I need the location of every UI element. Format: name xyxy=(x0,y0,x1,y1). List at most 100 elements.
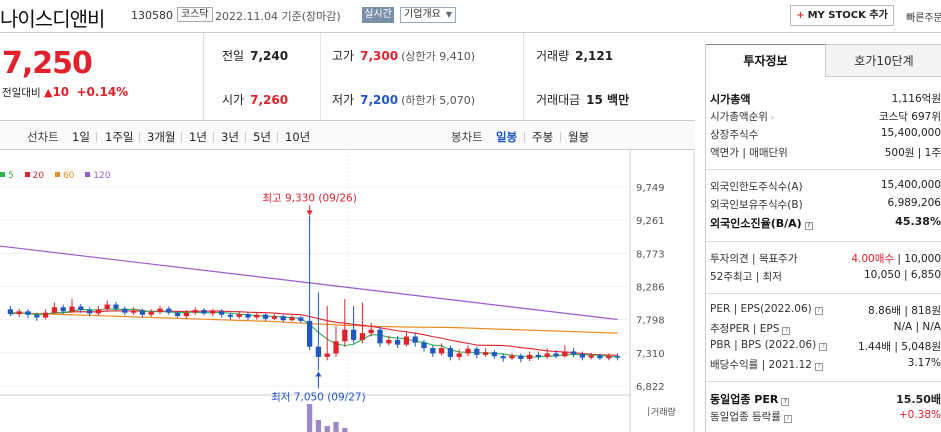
help-icon[interactable]: ? xyxy=(804,222,813,230)
y-tick-label: 9,261 xyxy=(636,216,665,227)
quick-order-link[interactable]: 빠른주문 xyxy=(906,9,941,24)
as-of-date: 2022.11.04 기준(장마감) xyxy=(215,10,341,23)
current-price: 7,250 xyxy=(2,46,93,81)
quote-prev-value: 7,240 xyxy=(250,49,289,63)
y-tick-label: 8,286 xyxy=(636,282,665,293)
info-row-label: 시가총액순위 › xyxy=(710,111,775,123)
help-icon[interactable]: ? xyxy=(782,327,791,335)
period-3m[interactable]: 3개월 xyxy=(147,129,175,145)
info-row-label: 배당수익률 | 2021.12? xyxy=(710,357,823,372)
add-mystock-label: MY STOCK 추가 xyxy=(807,10,888,21)
tab-orderbook-10[interactable]: 호가10단계 xyxy=(826,44,941,77)
chevron-right-icon[interactable]: › xyxy=(771,113,774,122)
realtime-button[interactable]: 실시간 xyxy=(362,7,394,23)
info-row: 동일업종 PER? 15.50배 xyxy=(710,391,941,409)
quote-amount: 거래대금 15 백만 xyxy=(536,91,629,108)
candle-body xyxy=(588,355,594,358)
period-1y[interactable]: 1년 xyxy=(189,129,207,145)
candle-body xyxy=(606,356,612,359)
help-icon[interactable]: ? xyxy=(781,398,790,406)
info-row-label: 상장주식수 xyxy=(710,129,759,141)
help-icon[interactable]: ? xyxy=(783,415,792,423)
candle-body xyxy=(474,348,480,355)
price-chart: 5 20 60 120 9,749 9,261 8,773 8,286 7,798 7,3… xyxy=(0,151,695,432)
annotation-low-arrowhead xyxy=(315,371,322,377)
info-row: 외국인한도주식수(A) 15,400,000 xyxy=(710,179,941,197)
divider xyxy=(706,381,941,382)
quote-amount-label: 거래대금 xyxy=(536,93,581,107)
quote-volume: 거래량 2,121 xyxy=(536,47,613,64)
volume-bar xyxy=(333,422,339,432)
candle-body xyxy=(491,352,498,357)
quote-amount-value: 15 백만 xyxy=(586,93,630,107)
help-icon[interactable]: ? xyxy=(814,307,823,315)
candle-body xyxy=(315,346,322,357)
candle-body xyxy=(289,317,295,321)
divider xyxy=(277,132,278,142)
candle-body xyxy=(509,355,515,359)
candle-body xyxy=(333,341,339,354)
info-row: 추정PER | EPS? N/A | N/A xyxy=(710,321,941,339)
period-10y[interactable]: 10년 xyxy=(285,129,310,145)
help-icon[interactable]: ? xyxy=(814,363,823,371)
candle-daily[interactable]: 일봉 xyxy=(496,129,517,145)
candle-body xyxy=(113,304,119,309)
candle-body xyxy=(394,339,401,345)
info-row-value: 3.17% xyxy=(907,357,941,369)
candle-body xyxy=(86,309,93,314)
info-row-label: 액면가 | 매매단위 xyxy=(710,147,788,159)
price-summary: 7,250 전일대비 ▲10 +0.14% xyxy=(0,33,204,120)
quote-high: 고가 7,300 (상한가 9,410) xyxy=(332,47,475,64)
candle-monthly[interactable]: 월봉 xyxy=(568,129,589,145)
candle-body xyxy=(271,316,278,319)
y-tick-label: 6,822 xyxy=(636,382,665,393)
candle-body xyxy=(386,339,392,344)
period-3y[interactable]: 3년 xyxy=(221,129,239,145)
candle-weekly[interactable]: 주봉 xyxy=(532,129,553,145)
quote-grid: 전일 7,240 고가 7,300 (상한가 9,410) 거래량 2,121 시가 7,… xyxy=(205,33,695,120)
legend-ma60: 60 xyxy=(54,171,74,181)
candle-body xyxy=(51,307,58,313)
chart-toolbar: 선차트 1일 1주일 3개월 1년 3년 5년 10년 봉차트 일봉 주봉 월봉 xyxy=(0,120,695,150)
candle-body xyxy=(526,354,533,359)
candle-body xyxy=(579,354,586,358)
period-5y[interactable]: 5년 xyxy=(253,129,271,145)
volume-bar xyxy=(306,404,313,432)
company-overview-dropdown[interactable]: 기업개요 ▼ xyxy=(400,7,456,23)
candle-body xyxy=(614,356,621,358)
info-row: 외국인보유주식수(B) 6,989,206 xyxy=(710,197,941,215)
candle-chart-label[interactable]: 봉차트 xyxy=(451,129,483,145)
candle-body xyxy=(122,308,128,313)
candle-body xyxy=(42,312,49,318)
info-row: PER | EPS(2022.06)? 8.86배 | 818원 xyxy=(710,303,941,321)
y-tick-label: 8,773 xyxy=(636,249,665,260)
legend-ma120: 120 xyxy=(85,171,110,181)
info-row: 액면가 | 매매단위 500원 | 1주 xyxy=(710,145,941,163)
candle-body xyxy=(359,333,366,340)
lower-limit: (하한가 5,070) xyxy=(401,94,475,107)
info-row-label: 시가총액 xyxy=(710,93,751,106)
tab-investment-info[interactable]: 투자정보 xyxy=(706,44,826,77)
candle-body xyxy=(518,355,524,359)
divider xyxy=(524,132,525,142)
help-icon[interactable]: ? xyxy=(819,343,828,351)
candle-body xyxy=(25,311,31,315)
line-chart-label[interactable]: 선차트 xyxy=(27,129,59,145)
divider xyxy=(139,132,140,142)
info-row: PBR | BPS (2022.06)? 1.44배 | 5,048원 xyxy=(710,339,941,357)
period-1d[interactable]: 1일 xyxy=(72,129,90,145)
candle-body xyxy=(447,348,454,357)
company-name: 나이스디앤비 xyxy=(0,7,105,31)
period-1w[interactable]: 1주일 xyxy=(105,129,133,145)
candle-body xyxy=(544,353,550,357)
info-row: 외국인소진율(B/A)? 45.38% xyxy=(710,215,941,233)
info-row-label: PBR | BPS (2022.06)? xyxy=(710,339,828,351)
candle-body xyxy=(95,309,102,314)
candle-body xyxy=(236,314,242,317)
add-mystock-button[interactable]: + MY STOCK 추가 xyxy=(790,5,894,26)
candle-body xyxy=(421,342,427,349)
candle-body xyxy=(130,310,137,313)
volume-bar xyxy=(315,420,322,432)
candlestick-plot[interactable]: 9,749 9,261 8,773 8,286 7,798 7,310 6,822 최고 9,… xyxy=(0,151,695,432)
info-row: 투자의견 | 목표주가 4.00매수 | 10,000 xyxy=(710,251,941,269)
